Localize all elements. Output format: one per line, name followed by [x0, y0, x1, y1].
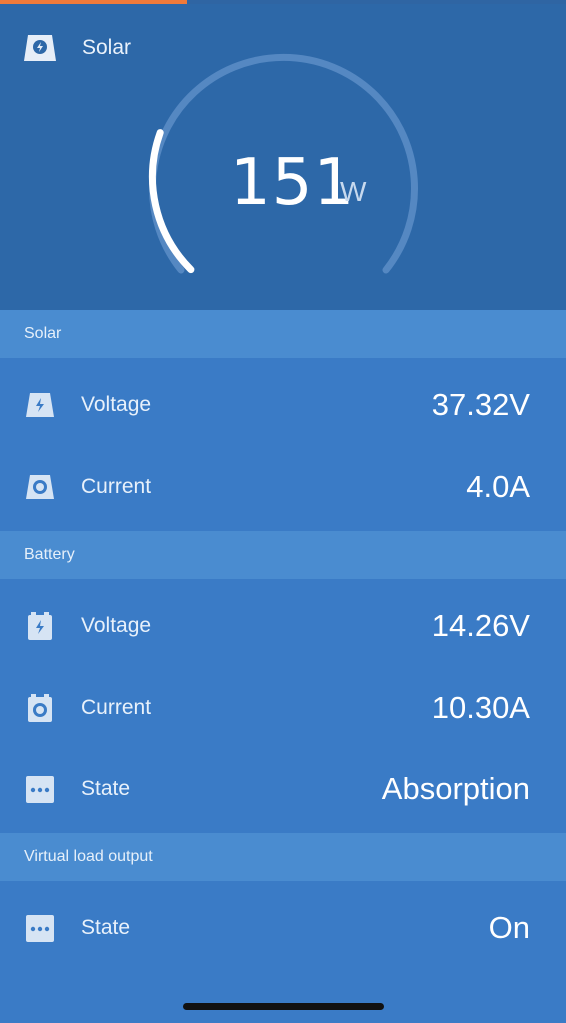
row-label: Current	[81, 475, 152, 498]
row-value: 4.0A	[466, 469, 530, 504]
row-value: 10.30A	[431, 690, 530, 725]
power-value: 151	[230, 146, 356, 220]
panel-header: Solar	[22, 28, 131, 68]
row-label: Voltage	[81, 614, 152, 637]
battery-current-icon	[24, 692, 56, 724]
row-label: Voltage	[81, 393, 152, 416]
row-label: State	[81, 916, 131, 939]
battery-voltage-row: Voltage 14.26V	[0, 586, 566, 666]
row-value: 37.32V	[431, 387, 530, 422]
home-indicator[interactable]	[183, 1003, 384, 1010]
solar-current-row: Current 4.0A	[0, 447, 566, 527]
row-value: 14.26V	[431, 608, 530, 643]
power-unit: W	[340, 176, 367, 207]
row-value: Absorption	[381, 771, 530, 806]
section-header-solar: Solar	[0, 310, 566, 358]
battery-state-row[interactable]: State Absorption	[0, 749, 566, 829]
battery-current-row: Current 10.30A	[0, 668, 566, 748]
more-dots-icon	[24, 773, 56, 805]
virtual-load-state-row[interactable]: State On	[0, 888, 566, 968]
panel-title: Solar	[82, 36, 132, 59]
solar-voltage-row: Voltage 37.32V	[0, 365, 566, 445]
more-dots-icon	[24, 912, 56, 944]
solar-current-icon	[24, 471, 56, 503]
battery-voltage-icon	[24, 610, 56, 642]
row-label: Current	[81, 696, 152, 719]
solar-charger-icon	[22, 33, 58, 63]
solar-power-panel: Solar 151 W	[0, 4, 566, 310]
row-value: On	[488, 910, 530, 945]
section-header-battery: Battery	[0, 531, 566, 579]
section-header-virtual-load: Virtual load output	[0, 833, 566, 881]
row-label: State	[81, 777, 131, 800]
solar-voltage-icon	[24, 389, 56, 421]
